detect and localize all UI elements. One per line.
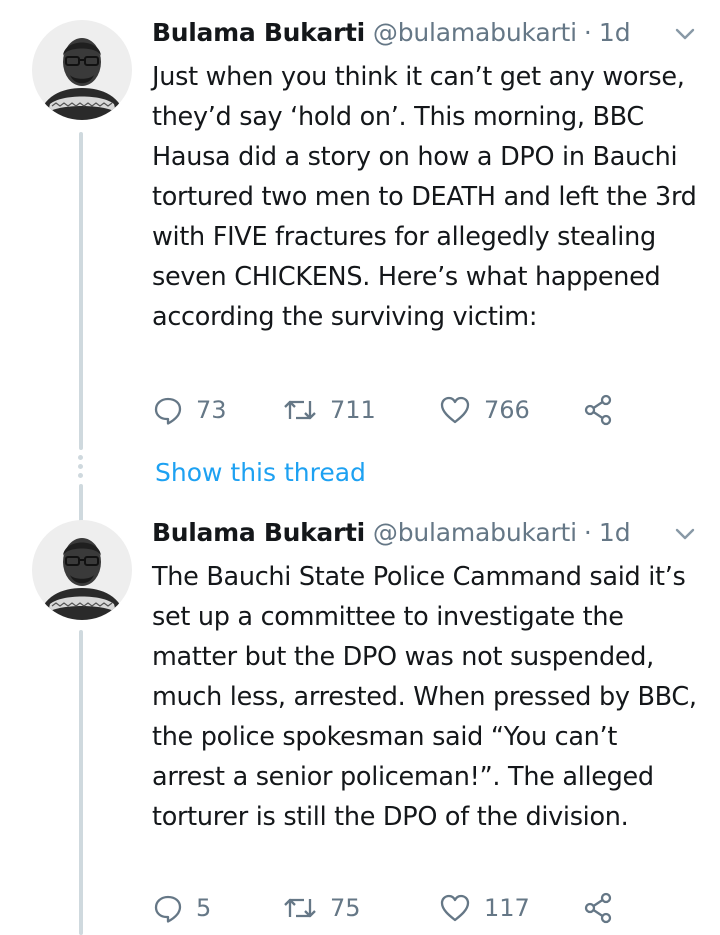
chevron-down-icon[interactable] — [672, 524, 698, 544]
like-count: 117 — [484, 894, 530, 922]
reply-button[interactable]: 5 — [152, 892, 282, 924]
share-icon — [584, 892, 612, 924]
chevron-down-icon[interactable] — [672, 24, 698, 44]
like-button[interactable]: 117 — [438, 892, 582, 924]
avatar-image — [32, 520, 132, 620]
separator: · — [583, 18, 592, 47]
retweet-button[interactable]: 75 — [282, 892, 438, 924]
separator: · — [583, 518, 592, 547]
avatar[interactable] — [32, 20, 132, 120]
timestamp[interactable]: 1d — [599, 14, 631, 52]
tweet[interactable]: Bulama Bukarti @bulamabukarti · 1d The B… — [0, 500, 720, 935]
like-button[interactable]: 766 — [438, 394, 582, 426]
author-name[interactable]: Bulama Bukarti — [152, 514, 365, 552]
heart-icon — [440, 396, 470, 424]
tweet-header: Bulama Bukarti @bulamabukarti · 1d — [152, 14, 631, 52]
thread-line — [79, 630, 83, 935]
heart-icon — [440, 894, 470, 922]
retweet-count: 75 — [330, 894, 361, 922]
tweet-text: Just when you think it can’t get any wor… — [152, 62, 697, 332]
reply-count: 73 — [196, 396, 227, 424]
share-button[interactable] — [582, 891, 616, 925]
tweet-header: Bulama Bukarti @bulamabukarti · 1d — [152, 514, 631, 552]
retweet-button[interactable]: 711 — [282, 394, 438, 426]
author-handle[interactable]: @bulamabukarti — [373, 14, 577, 52]
share-icon — [584, 394, 612, 426]
reply-button[interactable]: 73 — [152, 394, 282, 426]
retweet-count: 711 — [330, 396, 376, 424]
retweet-icon — [284, 400, 316, 420]
thread-gap-dots — [78, 455, 84, 482]
reply-count: 5 — [196, 894, 212, 922]
avatar-image — [32, 20, 132, 120]
avatar[interactable] — [32, 520, 132, 620]
tweet-actions: 73 711 766 — [152, 390, 616, 430]
like-count: 766 — [484, 396, 530, 424]
author-name[interactable]: Bulama Bukarti — [152, 14, 365, 52]
tweet[interactable]: Bulama Bukarti @bulamabukarti · 1d Just … — [0, 0, 720, 524]
tweet-text: The Bauchi State Police Cammand said it’… — [152, 562, 697, 832]
tweet-thread: Bulama Bukarti @bulamabukarti · 1d Just … — [0, 0, 720, 935]
share-button[interactable] — [582, 393, 616, 427]
tweet-actions: 5 75 117 — [152, 888, 616, 928]
retweet-icon — [284, 898, 316, 918]
reply-icon — [154, 895, 182, 923]
reply-icon — [154, 397, 182, 425]
timestamp[interactable]: 1d — [599, 514, 631, 552]
show-thread-link[interactable]: Show this thread — [155, 456, 366, 490]
thread-line — [79, 132, 83, 450]
author-handle[interactable]: @bulamabukarti — [373, 514, 577, 552]
